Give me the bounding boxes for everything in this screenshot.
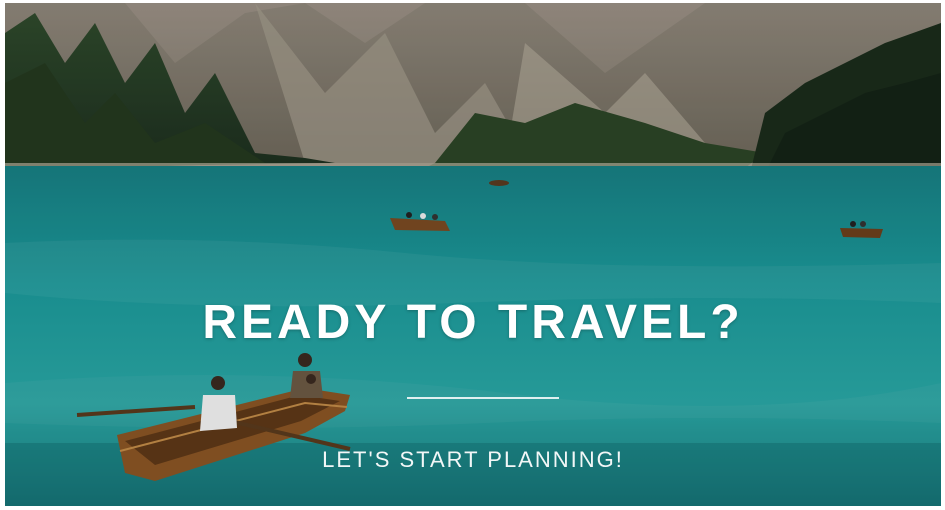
hero-divider xyxy=(407,397,559,399)
hero-title: READY TO TRAVEL? xyxy=(202,296,744,349)
hero-subtitle: LET'S START PLANNING! xyxy=(322,447,624,472)
hero-banner: READY TO TRAVEL? LET'S START PLANNING! xyxy=(5,3,941,506)
hero-overlay xyxy=(5,3,941,506)
